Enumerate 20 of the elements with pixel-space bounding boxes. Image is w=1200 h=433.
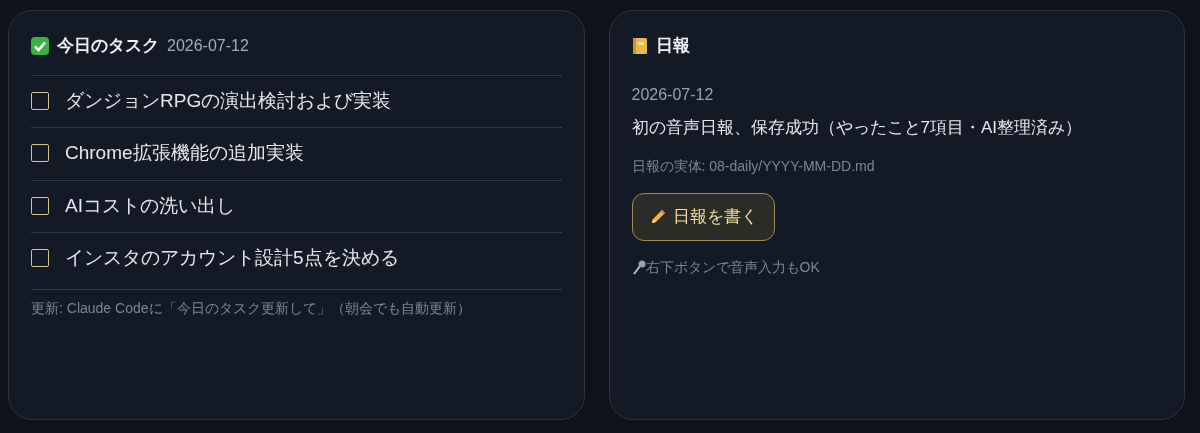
checkbox[interactable] [31,196,49,215]
microphone-icon [631,259,646,275]
write-report-button[interactable]: 日報を書く [631,193,775,241]
check-mark-icon [31,36,49,55]
date-label: 2026-07-12 [167,35,249,56]
task-label: Chrome拡張機能の追加実装 [65,141,304,165]
report-summary: 初の音声日報、保存成功（やったこと7項目・AI整理済み） [631,116,1084,139]
voice-input-hint: 右下ボタンで音声入力もOK [645,257,820,277]
card-title: 今日のタスク [57,35,159,57]
card-title: 日報 [655,35,690,57]
notebook-icon [631,36,648,55]
task-label: インスタのアカウント設計5点を決める [65,246,399,270]
checkbox[interactable] [31,144,49,163]
task-label: ダンジョンRPGの演出検討および実装 [65,88,392,113]
checkbox[interactable] [31,91,49,110]
task-label: AIコストの洗い出し [65,193,235,218]
file-path-note: 日報の実体: 08-daily/YYYY-MM-DD.md [631,157,876,176]
date-label: 2026-07-12 [631,84,715,105]
checkbox[interactable] [31,249,49,268]
update-note: 更新: Claude Codeに「今日のタスク更新して」（朝会でも自動更新） [31,288,562,319]
